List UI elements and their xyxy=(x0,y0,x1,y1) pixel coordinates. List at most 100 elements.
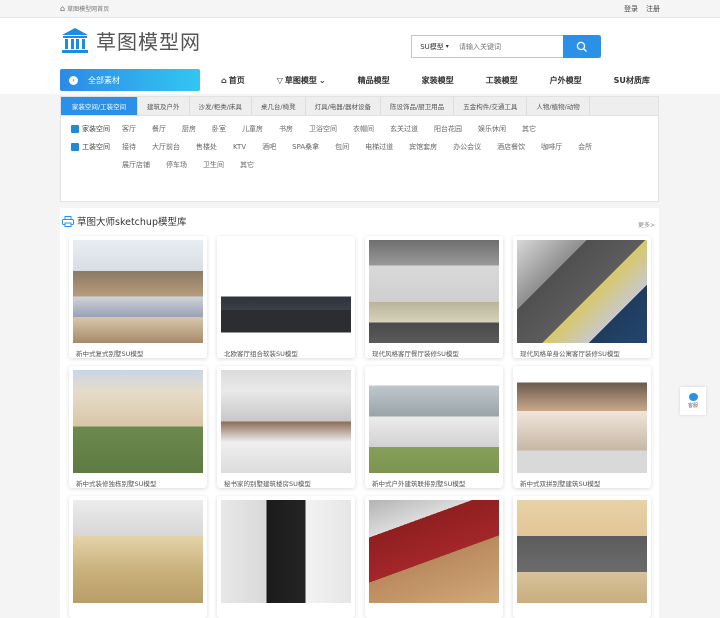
tab-home-work-space[interactable]: 家装空间/工装空间 xyxy=(61,97,138,115)
model-caption[interactable] xyxy=(365,603,503,608)
tab-hardware-vehicle[interactable]: 五金构件/交通工具 xyxy=(454,97,528,115)
home-link[interactable]: ⌂ 草图模型网首页 xyxy=(60,4,109,13)
model-thumbnail[interactable] xyxy=(73,240,203,343)
house-icon xyxy=(71,125,79,133)
category-link[interactable]: 卫浴空间 xyxy=(309,120,337,138)
model-caption[interactable]: 新中式双拼别墅建筑SU模型 xyxy=(513,473,651,488)
category-link[interactable]: 办公会议 xyxy=(453,138,481,156)
nav-home[interactable]: ⌂ 首页 xyxy=(205,75,261,86)
tab-people-plants-animals[interactable]: 人物/植物/动物 xyxy=(527,97,590,115)
more-link[interactable]: 更多> xyxy=(638,220,655,229)
tab-table-chair[interactable]: 桌几台/椅凳 xyxy=(252,97,306,115)
category-link[interactable]: 儿童房 xyxy=(242,120,263,138)
model-caption[interactable]: 秘书家的别墅建筑楼房SU模型 xyxy=(217,473,355,488)
all-materials-button[interactable]: › 全部素材 xyxy=(60,69,200,91)
model-caption[interactable]: 新中式户外建筑联排别墅SU模型 xyxy=(365,473,503,488)
tab-decor-kitchen[interactable]: 陈设饰品/厨卫用品 xyxy=(381,97,455,115)
model-card[interactable] xyxy=(365,496,503,618)
model-card[interactable]: 北欧客厅组合软装SU模型 xyxy=(217,236,355,358)
tab-sofa-cabinet-bed[interactable]: 沙发/柜类/床具 xyxy=(190,97,252,115)
model-card[interactable] xyxy=(217,496,355,618)
model-thumbnail[interactable] xyxy=(221,370,351,473)
search-category-select[interactable]: SU模型 ▾ xyxy=(412,36,457,57)
model-card[interactable] xyxy=(69,496,207,618)
model-caption[interactable] xyxy=(69,603,207,608)
site-logo[interactable]: 草图模型网 xyxy=(60,26,201,55)
model-caption[interactable] xyxy=(513,603,651,608)
category-link[interactable]: KTV xyxy=(233,138,246,156)
model-caption[interactable]: 现代风格单身公寓客厅装修SU模型 xyxy=(513,343,651,358)
model-thumbnail[interactable] xyxy=(369,370,499,473)
category-link[interactable]: 阳台花园 xyxy=(434,120,462,138)
category-link[interactable]: 衣帽间 xyxy=(353,120,374,138)
model-card[interactable]: 现代风格单身公寓客厅装修SU模型 xyxy=(513,236,651,358)
category-link[interactable]: 娱乐休闲 xyxy=(478,120,506,138)
nav-home-decor-models[interactable]: 家装模型 xyxy=(406,75,470,86)
model-card[interactable]: 现代风格客厅餐厅装修SU模型 xyxy=(365,236,503,358)
category-link[interactable]: 卧室 xyxy=(212,120,226,138)
category-link[interactable]: 玄关过道 xyxy=(390,120,418,138)
model-thumbnail[interactable] xyxy=(517,370,647,473)
register-link[interactable]: 注册 xyxy=(646,4,660,14)
model-caption[interactable]: 现代风格客厅餐厅装修SU模型 xyxy=(365,343,503,358)
category-link[interactable]: 会所 xyxy=(578,138,592,156)
model-thumbnail[interactable] xyxy=(73,370,203,473)
nav-su-materials[interactable]: SU材质库 xyxy=(598,75,666,86)
feedback-button[interactable]: 客服 xyxy=(680,387,706,415)
category-link[interactable]: 售楼处 xyxy=(196,138,217,156)
category-link[interactable]: 包间 xyxy=(335,138,349,156)
category-link[interactable]: 酒吧 xyxy=(262,138,276,156)
search-category-value: SU模型 xyxy=(420,42,444,51)
tab-lighting-appliance[interactable]: 灯具/电器/器材设备 xyxy=(306,97,381,115)
login-link[interactable]: 登录 xyxy=(624,4,638,14)
top-bar: ⌂ 草图模型网首页 登录 注册 xyxy=(0,0,720,18)
model-caption[interactable]: 北欧客厅组合软装SU模型 xyxy=(217,343,355,358)
category-link[interactable]: 餐厅 xyxy=(152,120,166,138)
category-link[interactable]: 其它 xyxy=(522,120,536,138)
model-card[interactable]: 秘书家的别墅建筑楼房SU模型 xyxy=(217,366,355,488)
model-thumbnail[interactable] xyxy=(369,240,499,343)
model-card[interactable]: 新中式双拼别墅建筑SU模型 xyxy=(513,366,651,488)
model-thumbnail[interactable] xyxy=(517,240,647,343)
home-link-label: 草图模型网首页 xyxy=(67,6,110,13)
model-card[interactable]: 新中式复式别墅SU模型 xyxy=(69,236,207,358)
category-link[interactable]: 书房 xyxy=(279,120,293,138)
nav-sketch-models[interactable]: ▽ 草图模型 ⌄ xyxy=(261,75,342,86)
model-thumbnail[interactable] xyxy=(221,240,351,343)
nav-premium-models[interactable]: 精品模型 xyxy=(342,75,406,86)
category-link[interactable]: 酒店餐饮 xyxy=(497,138,525,156)
category-link[interactable]: 咖啡厅 xyxy=(541,138,562,156)
category-link[interactable]: 卫生间 xyxy=(203,156,224,174)
home-space-label: 家装空间 xyxy=(82,125,110,133)
model-thumbnail[interactable] xyxy=(73,500,203,603)
category-link[interactable]: 接待 xyxy=(122,138,136,156)
category-link[interactable]: SPA桑拿 xyxy=(292,138,319,156)
model-caption[interactable]: 新中式装修独栋别墅SU模型 xyxy=(69,473,207,488)
search-input[interactable] xyxy=(457,36,563,57)
model-thumbnail[interactable] xyxy=(369,500,499,603)
category-link[interactable]: 展厅店铺 xyxy=(122,156,150,174)
category-link[interactable]: 宾馆套房 xyxy=(409,138,437,156)
category-link[interactable]: 厨房 xyxy=(182,120,196,138)
feedback-label: 客服 xyxy=(687,403,698,409)
model-card[interactable] xyxy=(513,496,651,618)
category-link[interactable]: 其它 xyxy=(240,156,254,174)
category-link[interactable]: 大厅前台 xyxy=(152,138,180,156)
model-library-section: 草图大师sketchup模型库 更多> 新中式复式别墅SU模型 北欧客厅组合软装S… xyxy=(60,208,659,618)
model-caption[interactable] xyxy=(217,603,355,608)
nav-outdoor-models[interactable]: 户外模型 xyxy=(534,75,598,86)
category-link[interactable]: 电梯过道 xyxy=(365,138,393,156)
search-button[interactable] xyxy=(563,35,601,58)
tab-architecture-outdoor[interactable]: 建筑及户外 xyxy=(138,97,190,115)
category-link[interactable]: 停车场 xyxy=(166,156,187,174)
model-caption[interactable]: 新中式复式别墅SU模型 xyxy=(69,343,207,358)
model-thumbnail[interactable] xyxy=(517,500,647,603)
building-icon xyxy=(71,143,79,151)
nav-commercial-models[interactable]: 工装模型 xyxy=(470,75,534,86)
diamond-icon: ▽ xyxy=(276,75,283,85)
model-thumbnail[interactable] xyxy=(221,500,351,603)
model-card[interactable]: 新中式装修独栋别墅SU模型 xyxy=(69,366,207,488)
model-card[interactable]: 新中式户外建筑联排别墅SU模型 xyxy=(365,366,503,488)
category-link[interactable]: 客厅 xyxy=(122,120,136,138)
house-icon: ⌂ xyxy=(221,75,227,85)
